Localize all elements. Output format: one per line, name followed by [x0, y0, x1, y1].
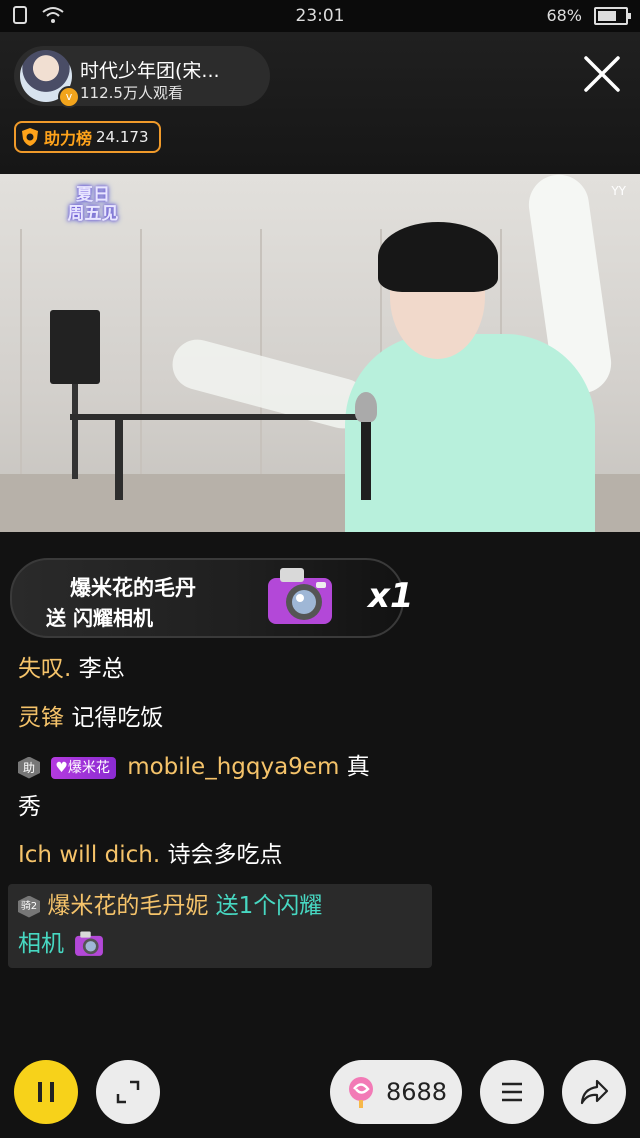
gift-message-line: 骑2 爆米花的毛丹妮 送1个闪耀 — [18, 888, 322, 924]
gift-message-user[interactable]: 爆米花的毛丹妮 — [47, 893, 208, 919]
performer — [345, 334, 595, 532]
viewer-count: 112.5万人观看 — [80, 84, 183, 102]
gift-count: x1 — [368, 576, 414, 616]
mic-stand — [115, 420, 123, 500]
fan-badge-label: 爆米花 — [67, 759, 110, 776]
close-icon[interactable] — [582, 54, 622, 94]
gift-action: 送 闪耀相机 — [46, 606, 153, 630]
chat-message: 助 ♥爆米花 mobile_hgqya9em 真 — [18, 748, 370, 786]
fan-badge: ♥爆米花 — [51, 756, 116, 779]
speaker-stand — [72, 384, 78, 479]
bottom-toolbar: 8688 — [0, 1058, 640, 1138]
chat-text: 诗会多吃点 — [167, 842, 283, 868]
shield-icon — [22, 128, 38, 146]
ranking-score: 24.173 — [96, 128, 149, 146]
lollipop-icon — [349, 1077, 373, 1108]
camera-gift-icon — [75, 930, 104, 956]
microphone — [355, 392, 377, 422]
battery-fill — [598, 10, 616, 21]
chat-username[interactable]: 失叹. — [18, 656, 71, 682]
wall-panel — [20, 229, 22, 479]
chat-text: 记得吃饭 — [71, 705, 164, 731]
menu-button[interactable] — [480, 1060, 544, 1124]
gift-message-text: 送1个闪耀 — [215, 893, 323, 919]
show-logo-line1: 夏日 — [76, 185, 110, 205]
gift-balance: 8688 — [386, 1078, 448, 1106]
live-header: v 时代少年团(宋... 112.5万人观看 助力榜 24.173 — [0, 32, 640, 174]
wall-panel — [140, 229, 142, 479]
show-logo: 夏日 周五见 — [58, 186, 128, 236]
gift-sender: 爆米花的毛丹 — [70, 576, 196, 600]
level-badge: 骑2 — [18, 895, 40, 918]
status-right: 68% — [546, 6, 631, 25]
ranking-label: 助力榜 — [44, 129, 93, 148]
show-logo-line2: 周五见 — [67, 204, 119, 224]
host-info[interactable]: v 时代少年团(宋... 112.5万人观看 — [14, 46, 270, 108]
fullscreen-button[interactable] — [96, 1060, 160, 1124]
speaker — [50, 310, 100, 384]
camera-gift-icon — [268, 568, 332, 624]
battery-icon — [594, 6, 631, 25]
share-button[interactable] — [562, 1060, 626, 1124]
chat-username[interactable]: Ich will dich. — [18, 842, 160, 868]
chat-text: 李总 — [78, 656, 125, 682]
mic-body — [361, 420, 371, 500]
gift-message-text: 相机 — [18, 931, 64, 957]
verified-icon: v — [58, 86, 80, 108]
chat-message-cont: 秀 — [18, 788, 41, 826]
heart-icon: ♥ — [55, 759, 68, 776]
gift-banner: 爆米花的毛丹 送 闪耀相机 x1 — [10, 558, 414, 638]
chat-username[interactable]: mobile_hgqya9em — [127, 754, 339, 780]
ranking-button[interactable]: 助力榜 24.173 — [14, 121, 161, 153]
live-video[interactable]: 夏日 周五见 YY — [0, 174, 640, 532]
chat-text: 秀 — [18, 794, 41, 820]
chat-username[interactable]: 灵锋 — [18, 705, 64, 731]
watermark: YY — [611, 184, 626, 198]
share-icon — [580, 1079, 609, 1105]
menu-icon — [502, 1082, 522, 1102]
gift-button[interactable]: 8688 — [330, 1060, 462, 1124]
gift-message-line: 相机 — [18, 926, 107, 962]
gift-message: 骑2 爆米花的毛丹妮 送1个闪耀 相机 — [8, 884, 432, 968]
performer-hair — [378, 222, 498, 292]
wall-panel — [260, 229, 262, 479]
chat-text: 真 — [346, 754, 370, 780]
level-badge: 助 — [18, 756, 40, 779]
pause-button[interactable] — [14, 1060, 78, 1124]
status-bar: 23:01 68% — [0, 0, 640, 32]
fullscreen-icon — [116, 1080, 140, 1104]
chat-message: 失叹. 李总 — [18, 650, 125, 688]
mic-boom — [70, 414, 360, 420]
battery-percent: 68% — [546, 6, 582, 25]
pause-icon — [38, 1082, 54, 1102]
host-name: 时代少年团(宋... — [80, 60, 220, 82]
chat-message: 灵锋 记得吃饭 — [18, 699, 163, 737]
chat-message: Ich will dich. 诗会多吃点 — [18, 836, 282, 874]
status-time: 23:01 — [295, 6, 345, 26]
